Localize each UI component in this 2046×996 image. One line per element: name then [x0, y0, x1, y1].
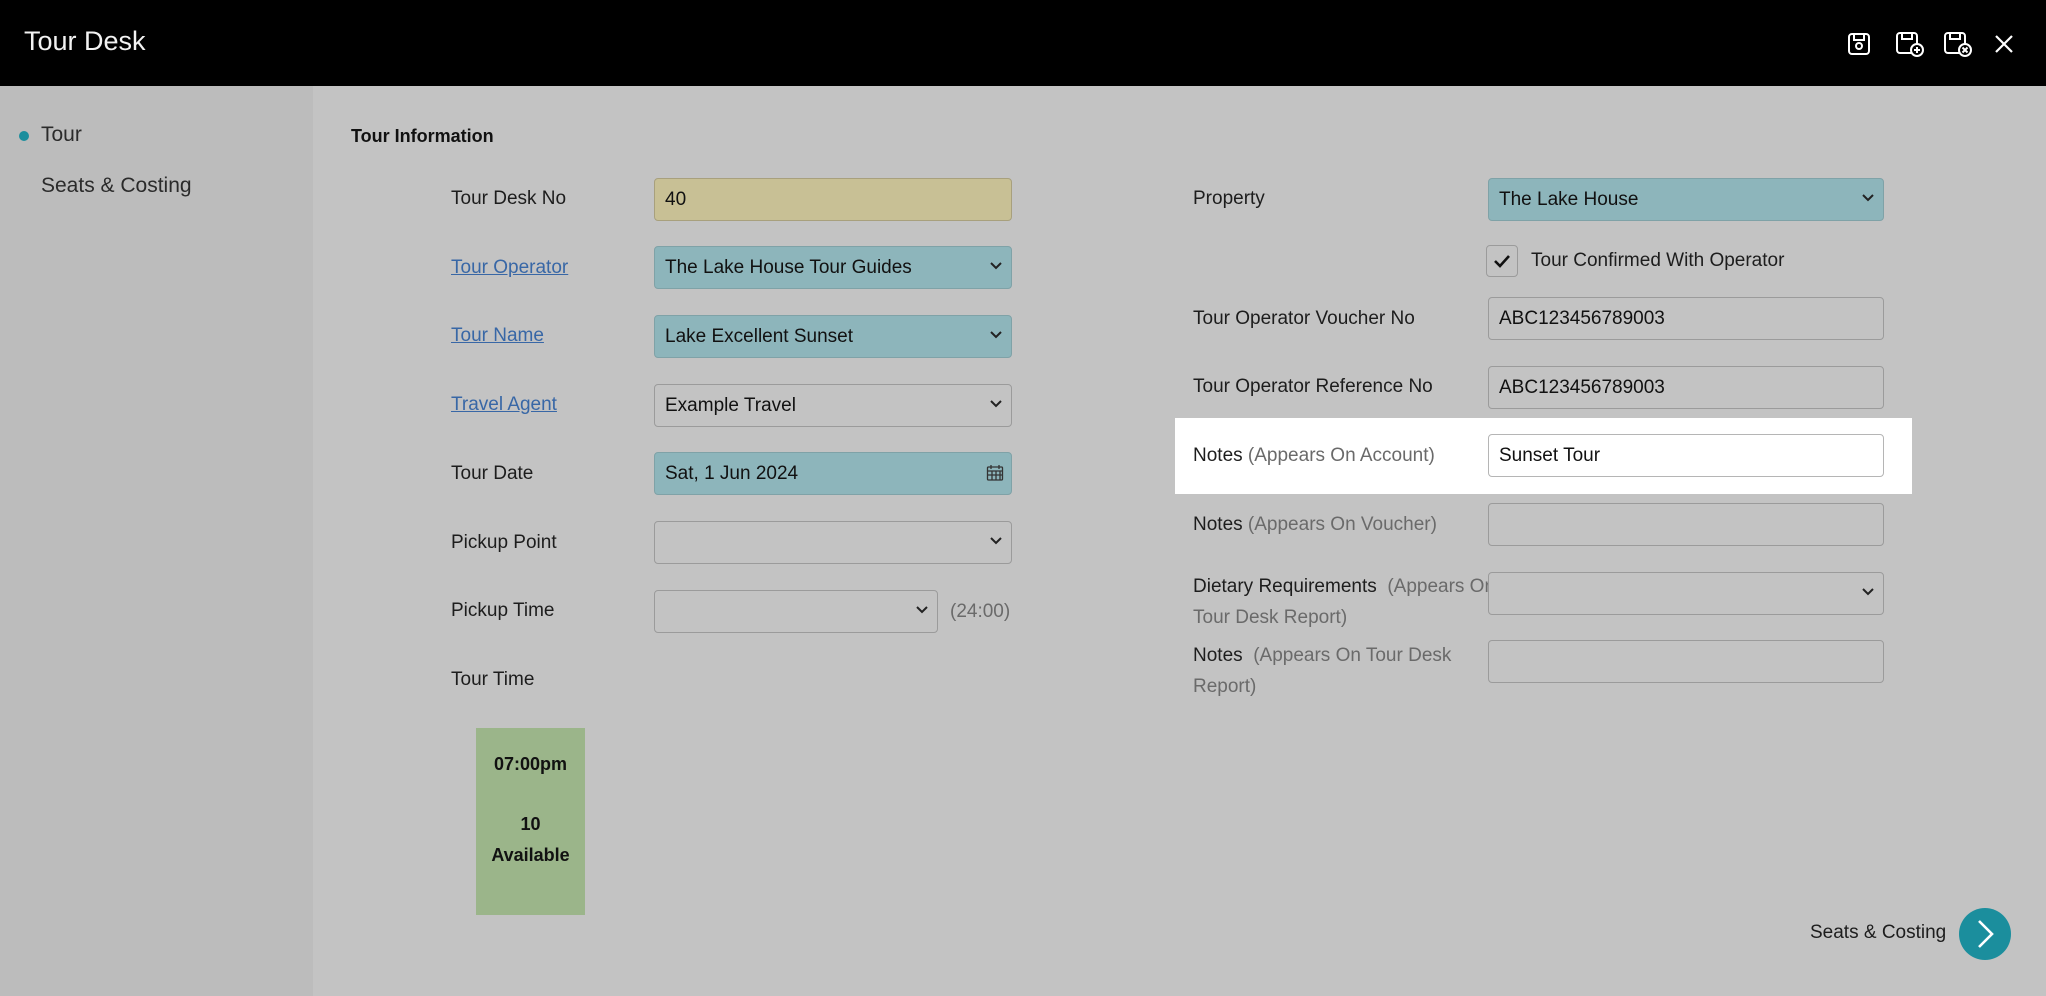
tour-slot-count: 10: [520, 814, 541, 834]
tour-slot-availability: 10 Available: [476, 809, 585, 871]
chevron-down-icon: [990, 522, 1002, 545]
tour-desk-no-label: Tour Desk No: [451, 188, 567, 209]
pickup-time-label: Pickup Time: [451, 600, 555, 621]
tour-confirmed-label: Tour Confirmed With Operator: [1531, 250, 1785, 271]
tour-name-value: Lake Excellent Sunset: [665, 326, 854, 347]
notes-report-hint-line1: (Appears On Tour Desk: [1253, 645, 1452, 666]
property-label: Property: [1193, 188, 1265, 209]
tour-name-link[interactable]: Tour Name: [451, 320, 544, 351]
save-and-close-icon[interactable]: [1941, 27, 1975, 61]
tour-operator-value: The Lake House Tour Guides: [665, 257, 912, 278]
tour-date-field[interactable]: Sat, 1 Jun 2024: [654, 452, 1012, 495]
dietary-label: Dietary Requirements (Appears On Tour De…: [1193, 571, 1495, 633]
travel-agent-link[interactable]: Travel Agent: [451, 389, 557, 420]
travel-agent-select[interactable]: Example Travel: [654, 384, 1012, 427]
close-icon[interactable]: [1987, 27, 2021, 61]
chevron-right-icon: [1978, 920, 1994, 948]
voucher-no-label: Tour Operator Voucher No: [1193, 308, 1415, 329]
notes-account-hint: (Appears On Account): [1247, 445, 1435, 466]
tour-operator-link[interactable]: Tour Operator: [451, 252, 568, 283]
chevron-down-icon: [1862, 573, 1874, 596]
checkmark-icon: [1494, 255, 1510, 268]
pickup-point-select[interactable]: [654, 521, 1012, 564]
notes-account-label-text: Notes: [1193, 445, 1243, 466]
dietary-select[interactable]: [1488, 572, 1884, 615]
next-step-label[interactable]: Seats & Costing: [1810, 922, 1946, 944]
tour-slot-time: 07:00pm: [493, 754, 568, 774]
reference-no-field[interactable]: ABC123456789003: [1488, 366, 1884, 409]
tour-time-label: Tour Time: [451, 669, 535, 690]
tour-slot-status: Available: [491, 845, 570, 865]
notes-voucher-label: Notes (Appears On Voucher): [1193, 509, 1437, 540]
dietary-label-text: Dietary Requirements: [1193, 576, 1377, 597]
notes-report-field[interactable]: [1488, 640, 1884, 683]
chevron-down-icon: [1862, 179, 1874, 202]
tour-desk-no-field[interactable]: 40: [654, 178, 1012, 221]
tour-confirmed-checkbox[interactable]: [1486, 245, 1518, 277]
pickup-time-select[interactable]: [654, 590, 938, 633]
top-bar: Tour Desk: [0, 0, 2046, 86]
tour-date-value: Sat, 1 Jun 2024: [665, 463, 799, 484]
pickup-time-format-hint: (24:00): [950, 601, 1011, 622]
chevron-down-icon: [916, 591, 928, 614]
tour-name-select[interactable]: Lake Excellent Sunset: [654, 315, 1012, 358]
chevron-down-icon: [990, 316, 1002, 339]
window-title: Tour Desk: [24, 26, 146, 56]
notes-voucher-field[interactable]: [1488, 503, 1884, 546]
active-indicator-dot: [19, 131, 29, 141]
notes-report-hint-line2: Report): [1193, 676, 1257, 697]
notes-report-label-text: Notes: [1193, 645, 1243, 666]
sidebar-item-tour[interactable]: Tour: [41, 123, 82, 147]
sidebar-item-seats-costing[interactable]: Seats & Costing: [41, 174, 192, 198]
tour-time-slot[interactable]: 07:00pm 10 Available: [476, 728, 585, 915]
chevron-down-icon: [990, 247, 1002, 270]
reference-no-label: Tour Operator Reference No: [1193, 376, 1433, 397]
notes-account-label: Notes (Appears On Account): [1193, 440, 1435, 471]
notes-report-label: Notes (Appears On Tour Desk Report): [1193, 640, 1451, 702]
next-step-button[interactable]: [1959, 908, 2011, 960]
save-icon[interactable]: [1842, 27, 1876, 61]
tour-date-label: Tour Date: [451, 463, 534, 484]
notes-voucher-hint: (Appears On Voucher): [1247, 514, 1437, 535]
notes-voucher-label-text: Notes: [1193, 514, 1243, 535]
calendar-icon[interactable]: [986, 453, 1004, 482]
property-value: The Lake House: [1499, 189, 1639, 210]
section-title: Tour Information: [351, 126, 494, 146]
sidebar: [0, 86, 313, 996]
travel-agent-value: Example Travel: [665, 395, 796, 416]
pickup-point-label: Pickup Point: [451, 532, 557, 553]
notes-account-field[interactable]: Sunset Tour: [1488, 434, 1884, 477]
dietary-hint-line2: Tour Desk Report): [1193, 607, 1348, 628]
save-and-new-icon[interactable]: [1893, 27, 1927, 61]
tour-operator-select[interactable]: The Lake House Tour Guides: [654, 246, 1012, 289]
dietary-hint-line1: (Appears On: [1387, 576, 1496, 597]
voucher-no-field[interactable]: ABC123456789003: [1488, 297, 1884, 340]
property-select[interactable]: The Lake House: [1488, 178, 1884, 221]
chevron-down-icon: [990, 385, 1002, 408]
